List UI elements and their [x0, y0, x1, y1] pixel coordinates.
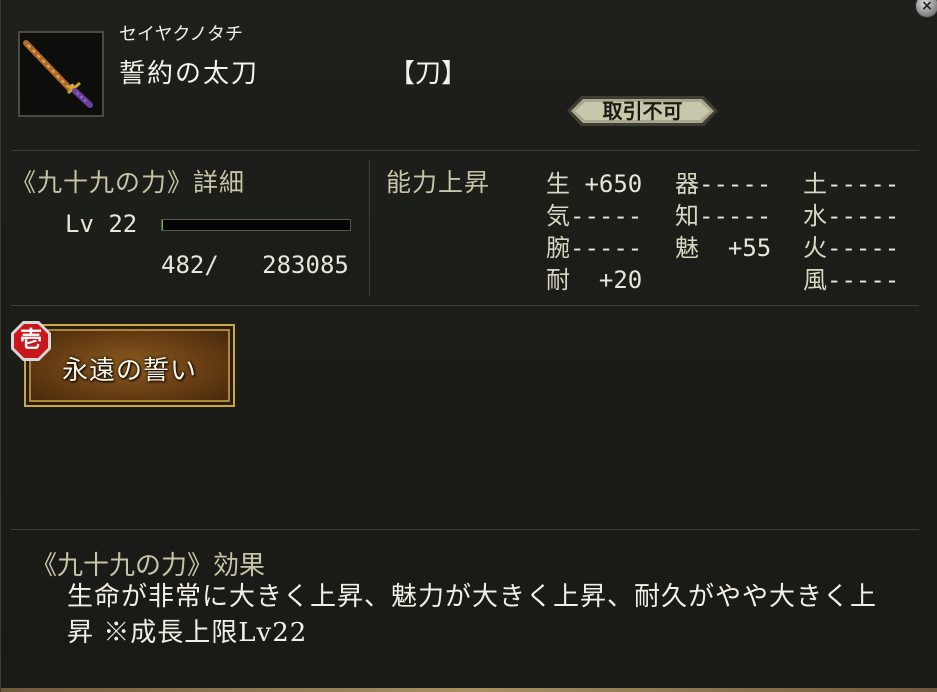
skill-card[interactable]: 永遠の誓い	[24, 324, 235, 407]
stat-key: 耐	[546, 266, 570, 294]
divider	[11, 150, 919, 151]
stat-row: 腕-----	[546, 228, 642, 263]
stat-value: -----	[827, 170, 900, 198]
stat-row: 土-----	[803, 164, 899, 199]
item-type: 【刀】	[389, 59, 468, 89]
item-name: 誓約の太刀	[119, 59, 260, 89]
stat-value: +55	[699, 234, 772, 262]
stat-row: 気-----	[546, 196, 642, 231]
stat-row: 知-----	[675, 196, 771, 231]
exp-current: 482/	[161, 251, 219, 279]
stat-value: +650	[570, 170, 643, 198]
stat-row: 生 +650	[546, 164, 642, 199]
stat-value: -----	[827, 266, 900, 294]
stat-row: 火-----	[803, 228, 899, 263]
divider	[369, 160, 370, 296]
exp-text: 482/ 283085	[161, 251, 349, 279]
stat-key: 風	[803, 266, 827, 294]
stat-key: 魅	[675, 234, 699, 262]
skill-label: 永遠の誓い	[61, 356, 197, 386]
divider	[11, 529, 919, 530]
stat-row: 耐 +20	[546, 260, 642, 295]
level-label: Lv 22	[65, 210, 138, 238]
stat-key: 器	[675, 170, 699, 198]
stat-value: -----	[570, 202, 643, 230]
trade-status-badge: 取引不可	[567, 96, 718, 126]
stat-row: 魅 +55	[675, 228, 771, 263]
stat-key: 土	[803, 170, 827, 198]
skill-number: 壱	[19, 327, 42, 353]
stat-value: -----	[827, 202, 900, 230]
item-icon-frame	[18, 31, 104, 117]
stats-title: 能力上昇	[386, 168, 491, 197]
stat-row: 風-----	[803, 260, 899, 295]
skill-number-badge: 壱	[10, 320, 52, 362]
stat-value: +20	[570, 266, 643, 294]
stat-key: 知	[675, 202, 699, 230]
stat-row: 水-----	[803, 196, 899, 231]
stat-value: -----	[699, 202, 772, 230]
stat-key: 気	[546, 202, 570, 230]
exp-progress-bar	[161, 219, 351, 231]
stat-key: 火	[803, 234, 827, 262]
stat-value: -----	[699, 170, 772, 198]
item-detail-window: × セイヤクノタチ 誓約の太刀 【刀】 取引不可 《九十九の力》詳細 Lv 22…	[0, 0, 937, 692]
trade-status-label: 取引不可	[602, 99, 683, 123]
divider	[11, 305, 919, 306]
window-bottom-edge	[1, 688, 937, 692]
stat-value: -----	[570, 234, 643, 262]
stat-row: 器-----	[675, 164, 771, 199]
detail-title: 《九十九の力》詳細	[11, 168, 246, 197]
stat-key: 水	[803, 202, 827, 230]
stat-value: -----	[827, 234, 900, 262]
stat-key: 腕	[546, 234, 570, 262]
effect-text: 生命が非常に大きく上昇、魅力が大きく上昇、耐久がやや大きく上昇 ※成長上限Lv2…	[67, 582, 878, 648]
exp-total: 283085	[262, 251, 349, 279]
close-icon[interactable]: ×	[915, 0, 937, 18]
stat-key: 生	[546, 170, 570, 198]
item-reading: セイヤクノタチ	[119, 24, 244, 45]
katana-icon	[23, 40, 93, 108]
effect-title: 《九十九の力》効果	[31, 551, 266, 581]
